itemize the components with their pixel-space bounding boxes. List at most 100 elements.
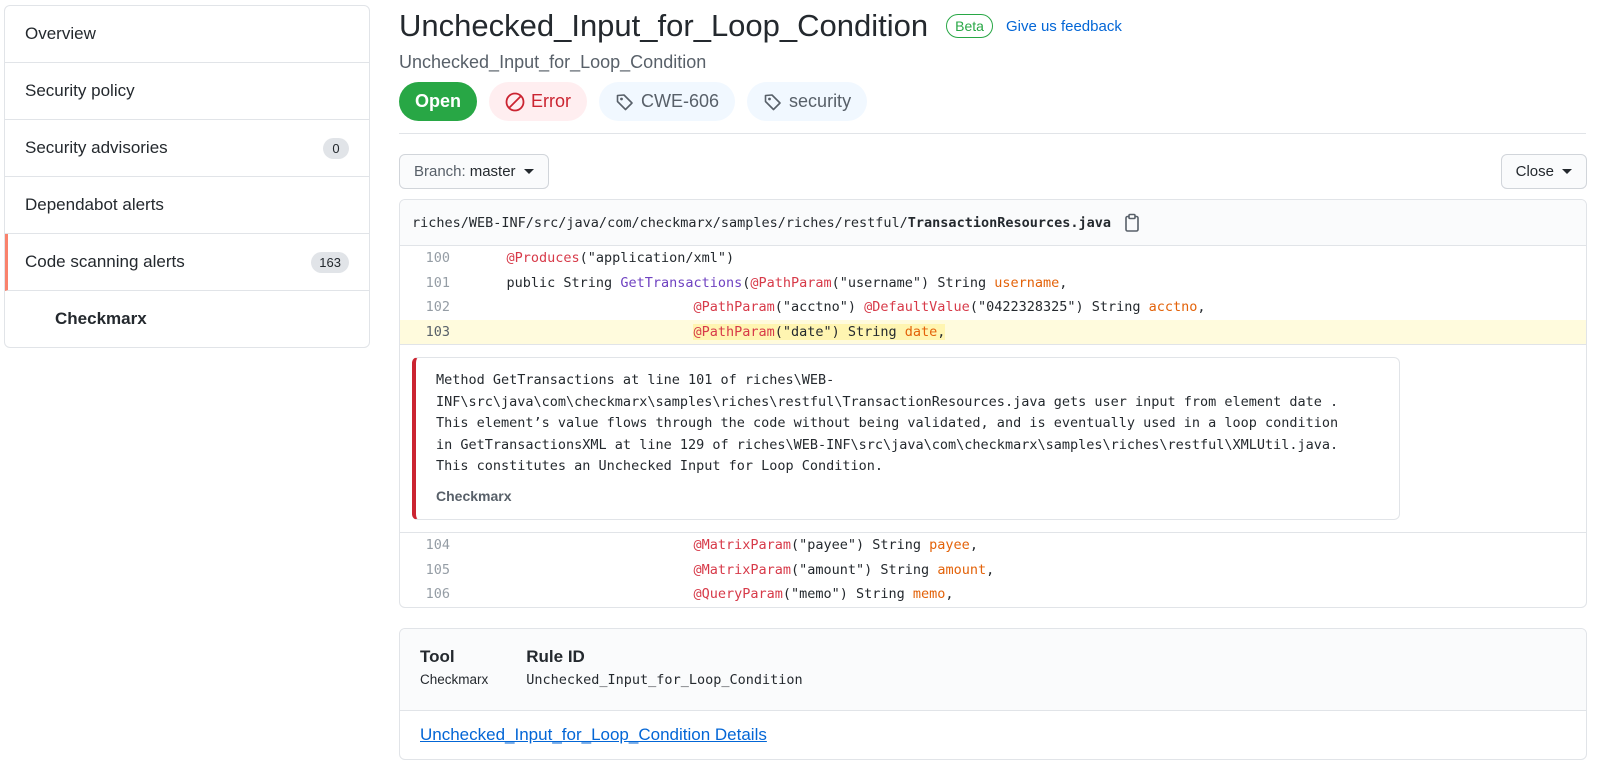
code-token: GetTransactions — [620, 274, 743, 291]
code-token: ("date") String — [774, 323, 905, 340]
file-name[interactable]: TransactionResources.java — [908, 215, 1111, 231]
page-subtitle: Unchecked_Input_for_Loop_Condition — [399, 52, 707, 72]
sidebar-item-checkmarx[interactable]: Checkmarx — [5, 291, 369, 347]
code-token: acctno — [1148, 299, 1198, 316]
branch-select-button[interactable]: Branch: master — [399, 154, 549, 189]
alert-message-tool: Checkmarx — [436, 487, 512, 504]
sidebar-item-label: Security advisories — [25, 138, 168, 157]
line-number[interactable]: 106 — [400, 586, 474, 602]
rule-info: Tool Checkmarx Rule ID Unchecked_Input_f… — [399, 627, 1587, 760]
code-snippet: riches/WEB-INF/src/java/com/checkmarx/sa… — [399, 199, 1587, 608]
message-line: Method GetTransactions at line 101 of ri… — [436, 372, 835, 388]
clipboard-icon[interactable] — [1123, 213, 1141, 233]
severity-label: Error — [531, 91, 572, 111]
line-number[interactable]: 100 — [400, 250, 474, 266]
code-token: , — [1059, 274, 1068, 291]
rule-id-header: Rule ID — [526, 646, 585, 666]
code-token: ("acctno") — [774, 299, 865, 316]
sidebar-item-dependabot-alerts[interactable]: Dependabot alerts — [5, 177, 369, 234]
code-token: public String — [506, 274, 621, 291]
branch-name: master — [469, 163, 516, 180]
close-button[interactable]: Close — [1500, 154, 1587, 189]
prohibited-icon — [505, 92, 525, 111]
message-line: INF\src\java\com\checkmarx\samples\riche… — [436, 393, 1339, 410]
code-token: , — [1197, 299, 1206, 316]
tag-icon — [764, 93, 781, 110]
advisories-count-badge: 0 — [323, 137, 349, 159]
tool-value: Checkmarx — [420, 671, 489, 687]
code-token: ("payee") String — [791, 537, 930, 554]
page-title: Unchecked_Input_for_Loop_Condition — [399, 8, 929, 43]
code-token: @MatrixParam — [693, 537, 791, 554]
code-token: ("amount") String — [791, 561, 938, 578]
code-text: @PathParam("acctno") @DefaultValue("0422… — [474, 295, 1586, 320]
code-token: @PathParam — [693, 299, 775, 316]
message-line: in GetTransactionsXML at line 129 of ric… — [436, 436, 1339, 453]
sidebar-item-overview[interactable]: Overview — [5, 6, 369, 63]
line-number[interactable]: 101 — [400, 275, 474, 291]
tag-cwe[interactable]: CWE-606 — [599, 82, 736, 121]
code-line: 101 public String GetTransactions(@PathP… — [400, 271, 1586, 296]
line-number[interactable]: 104 — [400, 537, 474, 553]
code-token: payee — [929, 537, 970, 554]
code-line: 102 @PathParam("acctno") @DefaultValue("… — [400, 295, 1586, 320]
rule-details-link[interactable]: Unchecked_Input_for_Loop_Condition Detai… — [420, 725, 767, 744]
branch-prefix: Branch: — [414, 163, 466, 180]
code-token: memo — [912, 586, 946, 603]
alert-main: Unchecked_Input_for_Loop_Condition Beta … — [399, 0, 1587, 760]
branch-row: Branch: master Close — [399, 154, 1587, 189]
code-lines-before: 100 @Produces("application/xml") 101 publ… — [400, 246, 1586, 344]
code-token: ("0422328325") String — [969, 299, 1149, 316]
code-token: date — [904, 323, 938, 340]
code-token: ("application/xml") — [579, 250, 735, 267]
code-token: @MatrixParam — [693, 561, 791, 578]
code-token: , — [986, 561, 995, 578]
code-token: , — [937, 323, 946, 340]
code-token: @Produces — [506, 250, 580, 267]
code-token: ("memo") String — [782, 586, 913, 603]
code-text: @MatrixParam("amount") String amount, — [474, 558, 1586, 583]
chevron-down-icon — [523, 169, 534, 174]
code-token: ("username") String — [831, 274, 995, 291]
code-token: @PathParam — [693, 323, 775, 340]
sidebar-item-security-advisories[interactable]: Security advisories 0 — [5, 120, 369, 177]
message-line: This constitutes an Unchecked Input for … — [436, 458, 884, 474]
rule-id-value: Unchecked_Input_for_Loop_Condition — [526, 671, 803, 688]
severity-badge: Error — [489, 82, 588, 121]
line-number[interactable]: 102 — [400, 299, 474, 315]
status-badge: Open — [399, 82, 478, 121]
security-sidebar: Overview Security policy Security adviso… — [4, 5, 370, 348]
code-token: @QueryParam — [693, 586, 783, 603]
sidebar-item-security-policy[interactable]: Security policy — [5, 63, 369, 120]
feedback-link[interactable]: Give us feedback — [1006, 18, 1122, 35]
code-line: 104 @MatrixParam("payee") String payee, — [400, 533, 1586, 558]
alert-message-row: Method GetTransactions at line 101 of ri… — [400, 344, 1586, 533]
line-number[interactable]: 103 — [400, 324, 474, 340]
code-text: @MatrixParam("payee") String payee, — [474, 533, 1586, 558]
code-token: , — [969, 537, 978, 554]
beta-badge: Beta — [946, 14, 993, 38]
tag-security[interactable]: security — [747, 82, 868, 121]
message-line: This element’s value flows through the c… — [436, 415, 1339, 431]
code-token: amount — [937, 561, 987, 578]
file-path-prefix: riches/WEB-INF/src/java/com/checkmarx/sa… — [412, 214, 908, 231]
tag-label: CWE-606 — [641, 91, 720, 111]
sidebar-item-label: Security policy — [25, 81, 135, 100]
code-text: @Produces("application/xml") — [474, 246, 1586, 271]
code-text: @PathParam("date") String date, — [474, 319, 1586, 344]
code-token: username — [994, 274, 1060, 291]
file-path: riches/WEB-INF/src/java/com/checkmarx/sa… — [400, 200, 1586, 246]
sidebar-item-code-scanning-alerts[interactable]: Code scanning alerts 163 — [5, 234, 369, 291]
tag-icon — [616, 93, 633, 110]
labels-row: Open Error CWE-606 security — [399, 82, 1586, 134]
code-line: 100 @Produces("application/xml") — [400, 246, 1586, 271]
code-line: 105 @MatrixParam("amount") String amount… — [400, 558, 1586, 583]
code-text: @QueryParam("memo") String memo, — [474, 582, 1586, 607]
code-text: public String GetTransactions(@PathParam… — [474, 271, 1586, 296]
code-token: @DefaultValue — [864, 299, 970, 316]
line-number[interactable]: 105 — [400, 562, 474, 578]
code-line: 106 @QueryParam("memo") String memo, — [400, 582, 1586, 607]
sidebar-item-label: Dependabot alerts — [25, 195, 164, 214]
code-line: 103 @PathParam("date") String date, — [400, 319, 1586, 344]
close-label: Close — [1515, 163, 1554, 180]
